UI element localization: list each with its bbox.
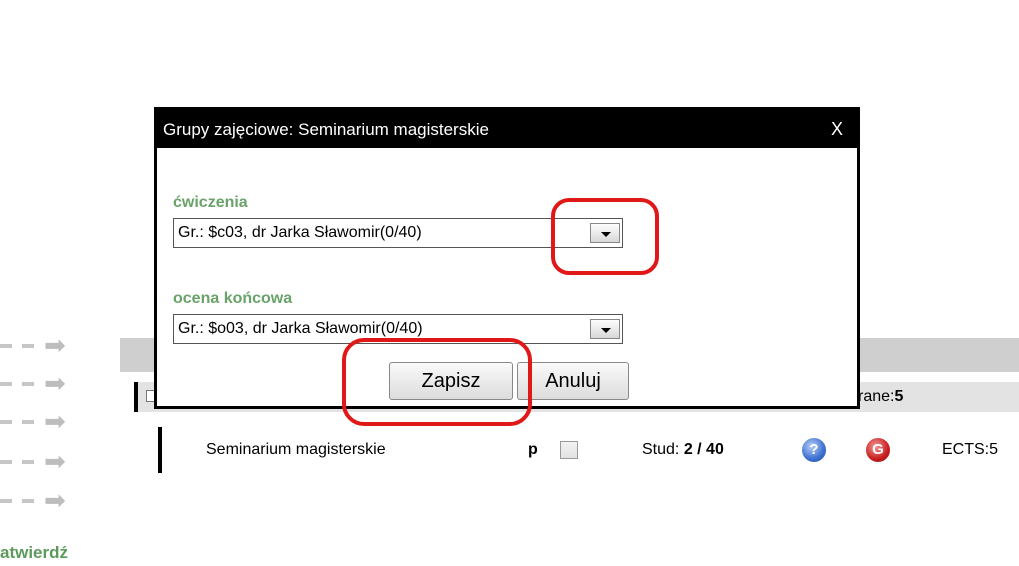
close-icon[interactable]: X [831,119,843,140]
dialog-titlebar: Grupy zajęciowe: Seminarium magisterskie… [157,110,857,148]
cwiczenia-select-value: Gr.: $c03, dr Jarka Sławomir(0/40) [178,224,422,241]
field-label-ocena: ocena końcowa [173,290,293,307]
help-icon[interactable]: ? [802,438,826,462]
arrow-right-icon: ➡ [0,485,90,515]
ects-label: ECTS:5 [942,441,999,458]
ocena-select-value: Gr.: $o03, dr Jarka Sławomir(0/40) [178,320,423,337]
course-type: p [528,441,538,458]
confirm-link[interactable]: atwierdź [0,543,68,563]
course-row: Seminarium magisterskie p Stud: 2 / 40 ?… [158,427,1019,473]
selected-count: rane:5 [858,388,904,405]
chevron-down-icon[interactable] [590,319,620,339]
cancel-button[interactable]: Anuluj [517,362,629,400]
arrow-right-icon: ➡ [0,368,90,398]
arrow-right-icon: ➡ [0,330,90,360]
course-name: Seminarium magisterskie [206,441,386,458]
dropdown-highlight [551,198,659,275]
dialog-title: Grupy zajęciowe: Seminarium magisterskie [163,120,489,139]
arrow-right-icon: ➡ [0,406,90,436]
save-highlight [342,338,532,426]
field-label-cwiczenia: ćwiczenia [173,194,248,211]
g-icon[interactable]: G [866,438,890,462]
student-count: Stud: 2 / 40 [642,441,724,458]
course-checkbox[interactable] [560,441,578,459]
arrow-right-icon: ➡ [0,446,90,476]
